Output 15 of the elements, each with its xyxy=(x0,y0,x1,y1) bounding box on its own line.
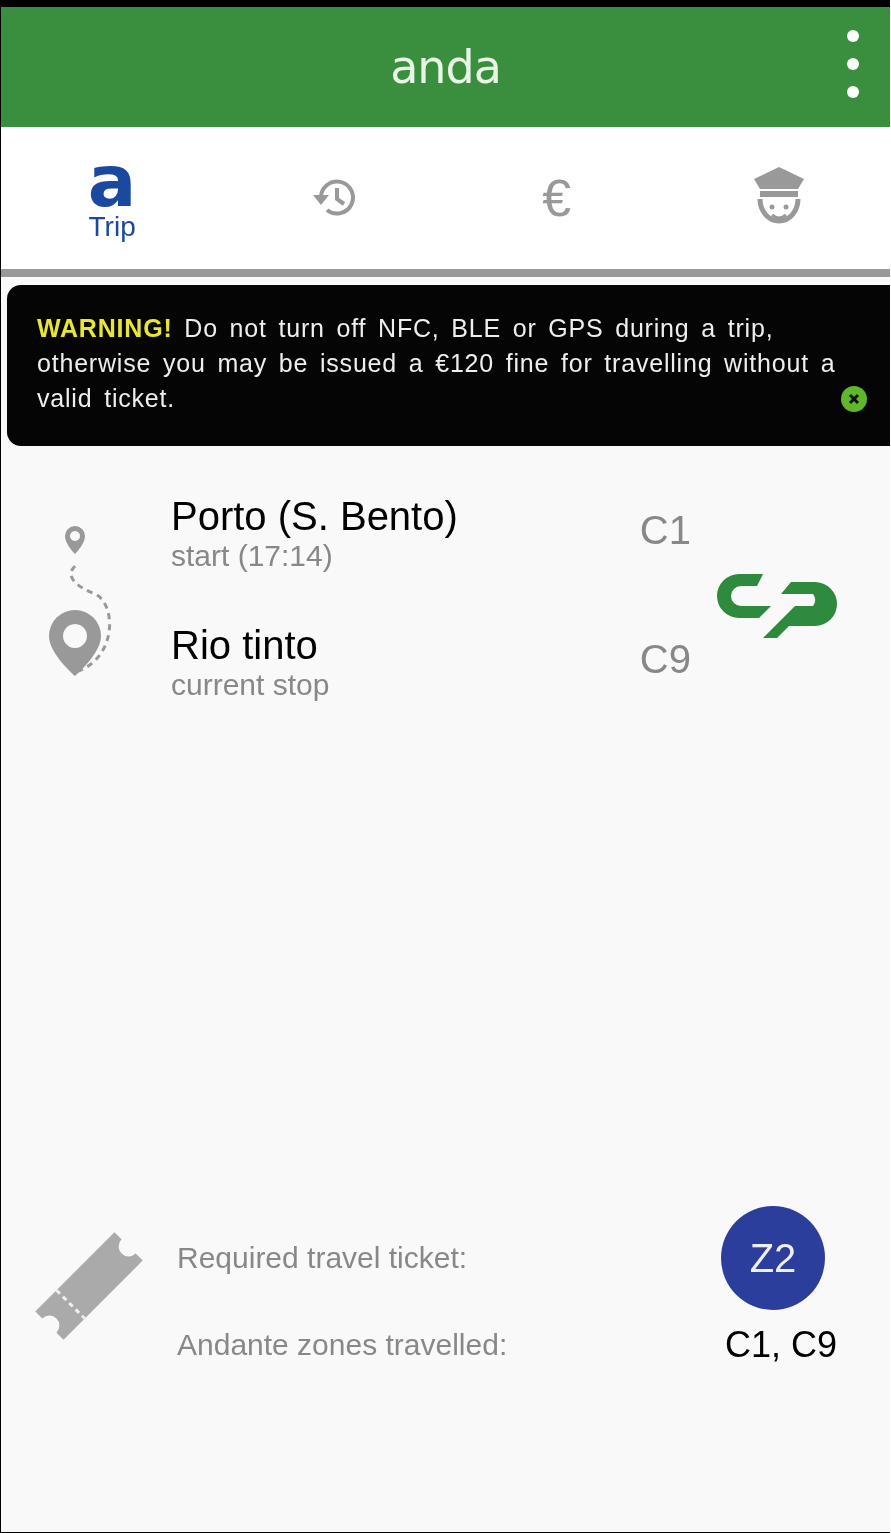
stop-status: current stop xyxy=(171,668,330,702)
more-menu-icon[interactable] xyxy=(846,29,860,101)
app-logo: anda xyxy=(390,40,501,94)
nav-tab[interactable]: a Trip xyxy=(1,153,224,243)
stop-name: Porto (S. Bento) xyxy=(171,494,458,539)
zones-travelled-label: Andante zones travelled: xyxy=(177,1328,509,1362)
zone-code: C1 xyxy=(639,508,691,554)
close-icon[interactable] xyxy=(841,386,867,412)
zone-badge: Z2 xyxy=(721,1206,825,1310)
warning-message: WARNING! Do not turn off NFC, BLE or GPS during a trip, otherwise you may be issued a €120 fine for travelling without a valid ticket. xyxy=(37,313,837,414)
required-ticket-label: Required travel ticket: xyxy=(177,1241,469,1275)
stop-status: start (17:14) xyxy=(171,539,334,573)
zone-code: C9 xyxy=(639,637,691,683)
stop-name: Rio tinto xyxy=(171,623,319,668)
zones-travelled-value: C1, C9 xyxy=(724,1324,837,1366)
